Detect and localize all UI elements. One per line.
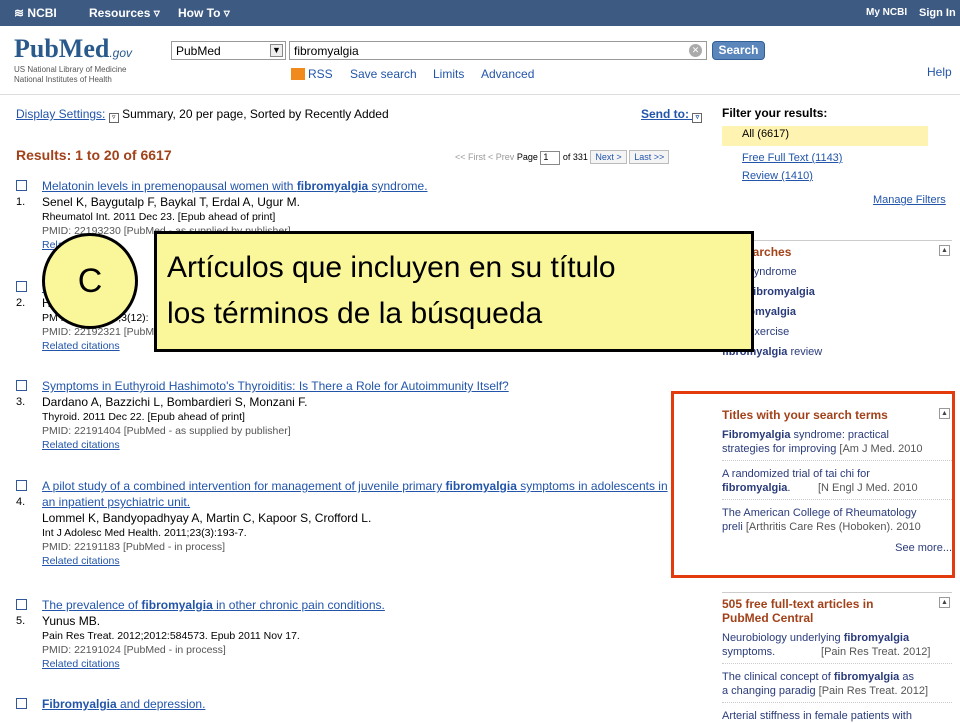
filter-all[interactable]: All (6617) (722, 126, 928, 146)
result-checkbox[interactable] (16, 180, 27, 191)
rss-icon (291, 68, 305, 80)
related-search-link[interactable]: fibromyalgia review (722, 345, 952, 359)
limits-link[interactable]: Limits (433, 67, 464, 81)
signin-link[interactable]: Sign In (919, 7, 956, 19)
related-search-link[interactable]: ment fibromyalgia (722, 285, 952, 299)
chevron-down-icon[interactable]: ▿ (108, 113, 119, 123)
manage-filters-link[interactable]: Manage Filters (873, 194, 946, 206)
collapse-icon[interactable]: ▲ (939, 245, 950, 256)
pmc-articles-box: 505 free full-text articles in PubMed Cen… (722, 592, 952, 723)
save-search-link[interactable]: Save search (350, 67, 417, 81)
divider (0, 94, 960, 95)
search-input[interactable]: fibromyalgia ✕ (289, 41, 707, 60)
display-settings: Display Settings: ▿ Summary, 20 per page… (16, 107, 389, 123)
search-button[interactable]: Search (712, 41, 765, 60)
rss-link[interactable]: RSS (291, 67, 333, 81)
result-title-link[interactable]: Melatonin levels in premenopausal women … (42, 178, 676, 194)
ncbi-logo[interactable]: ≋ NCBI (14, 6, 57, 20)
chevron-down-icon: ▿ (692, 113, 703, 123)
result-title-link[interactable]: A pilot study of a combined intervention… (42, 478, 676, 510)
result-item: Fibromyalgia and depression. (16, 696, 676, 712)
pubmed-name: PubMed (14, 34, 110, 63)
filter-free-full-text[interactable]: Free Full Text (1143) (722, 152, 954, 164)
separator (722, 702, 952, 703)
related-search-link[interactable]: y fibromyalgia (722, 305, 952, 319)
pubmed-logo[interactable]: PubMed.gov US National Library of Medici… (14, 34, 154, 84)
pmc-article-link[interactable]: Arterial stiffness in female patients wi… (722, 709, 952, 723)
result-checkbox[interactable] (16, 281, 27, 292)
annotation-callout: Artículos que incluyen en su título los … (154, 231, 754, 352)
filter-panel: Filter your results: All (6617) Free Ful… (722, 106, 954, 182)
ncbi-icon: ≋ (14, 6, 25, 20)
prev-page-link[interactable]: < Prev (488, 152, 514, 162)
myncbi-link[interactable]: My NCBI (866, 7, 907, 18)
related-search-link[interactable]: algia exercise (722, 325, 952, 339)
related-searches-heading: ed searches ▲ (722, 240, 952, 259)
result-title-link[interactable]: Symptoms in Euthyroid Hashimoto's Thyroi… (42, 378, 676, 394)
next-page-button[interactable]: Next > (590, 150, 627, 164)
related-searches-box: ed searches▲ algia syndrome ment fibromy… (722, 240, 952, 359)
last-page-button[interactable]: Last >> (629, 150, 670, 164)
filter-review[interactable]: Review (1410) (722, 170, 954, 182)
advanced-link[interactable]: Advanced (481, 67, 534, 81)
first-page-link[interactable]: << First (455, 152, 486, 162)
related-search-link[interactable]: algia syndrome (722, 265, 952, 279)
chevron-down-icon: ▼ (270, 44, 283, 57)
database-select[interactable]: PubMed ▼ (171, 41, 286, 60)
filter-heading: Filter your results: (722, 106, 828, 120)
display-settings-link[interactable]: Display Settings: (16, 107, 105, 121)
howto-menu[interactable]: How To ▿ (178, 6, 230, 20)
highlight-frame (671, 391, 955, 578)
result-checkbox[interactable] (16, 599, 27, 610)
related-citations-link[interactable]: Related citations (42, 438, 676, 452)
help-link[interactable]: Help (927, 65, 952, 79)
page-input[interactable]: 1 (540, 150, 561, 165)
results-count: Results: 1 to 20 of 6617 (16, 147, 172, 163)
collapse-icon[interactable]: ▲ (939, 597, 950, 608)
clear-icon[interactable]: ✕ (689, 44, 702, 57)
result-title-link[interactable]: The prevalence of fibromyalgia in other … (42, 597, 676, 613)
related-citations-link[interactable]: Related citations (42, 657, 676, 671)
annotation-letter: C (42, 233, 138, 329)
pmc-article-link[interactable]: The clinical concept of fibromyalgia as a… (722, 670, 952, 698)
chevron-down-icon: ▿ (153, 6, 160, 20)
send-to-link[interactable]: Send to: ▿ (641, 107, 703, 123)
result-title-link[interactable]: Fibromyalgia and depression. (42, 696, 676, 712)
result-checkbox[interactable] (16, 380, 27, 391)
chevron-down-icon: ▿ (223, 6, 230, 20)
result-item: 3. Symptoms in Euthyroid Hashimoto's Thy… (16, 378, 676, 452)
result-item: 4. A pilot study of a combined intervent… (16, 478, 676, 568)
result-item: 5. The prevalence of fibromyalgia in oth… (16, 597, 676, 671)
ncbi-topbar: ≋ NCBI Resources ▿ How To ▿ My NCBI Sign… (0, 0, 960, 26)
pmc-heading: 505 free full-text articles in PubMed Cen… (722, 592, 952, 625)
separator (722, 663, 952, 664)
pager: << First < Prev Page 1 of 331 Next > Las… (455, 150, 670, 165)
result-checkbox[interactable] (16, 698, 27, 709)
resources-menu[interactable]: Resources ▿ (89, 6, 160, 20)
result-checkbox[interactable] (16, 480, 27, 491)
related-citations-link[interactable]: Related citations (42, 554, 676, 568)
pmc-article-link[interactable]: Neurobiology underlying fibromyalgia symp… (722, 631, 952, 659)
